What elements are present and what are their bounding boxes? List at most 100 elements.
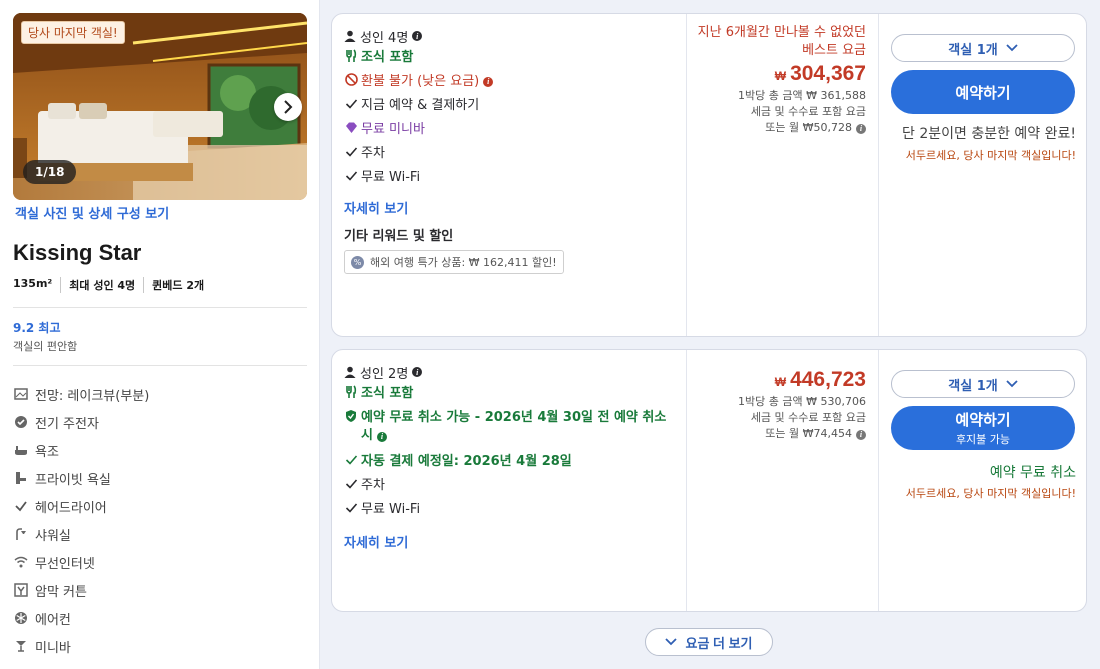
blackout-icon (13, 582, 29, 598)
promo-badge: % 해외 여행 특가 상품: ₩ 162,411 할인! (344, 250, 564, 274)
quick-booking-note: 단 2분이면 충분한 예약 완료! (902, 126, 1076, 142)
book-button[interactable]: 예약하기 후지불 가능 (891, 406, 1075, 450)
price-column: ₩446,723 1박당 총 금액 ₩ 530,706 세금 및 수수료 포함 … (686, 350, 878, 611)
amenity-item: 샤워실 (13, 520, 307, 548)
booking-column: 객실 1개 예약하기 후지불 가능 예약 무료 취소 서두르세요, 당사 마지막… (878, 350, 1088, 611)
person-icon (344, 366, 356, 378)
monthly-price: 또는 월 ₩74,454 i (697, 426, 866, 442)
per-night-total: 1박당 총 금액 ₩ 530,706 (738, 395, 866, 408)
room-quantity-select[interactable]: 객실 1개 (891, 370, 1075, 398)
tax-note: 세금 및 수수료 포함 요금 (750, 105, 866, 118)
offer-features: 성인 2명 i 조식 포함 예약 무료 취소 가능 - 2026년 4월 30일… (332, 350, 686, 611)
fork-icon (344, 385, 358, 399)
check-icon (344, 169, 358, 182)
bed-type: 퀸베드 2개 (143, 277, 212, 293)
price: ₩446,723 (774, 368, 866, 391)
room-quantity-select[interactable]: 객실 1개 (891, 34, 1075, 62)
feature-minibar: 무료 미니바 (344, 118, 674, 142)
feature-parking: 주차 (344, 142, 674, 166)
chevron-right-icon (284, 100, 293, 114)
feature-wifi: 무료 Wi-Fi (344, 166, 674, 190)
info-icon[interactable]: i (856, 430, 866, 440)
feature-pay-now: 지금 예약 & 결제하기 (344, 94, 674, 118)
chevron-down-icon (1006, 44, 1018, 52)
amenity-item: 욕조 (13, 436, 307, 464)
tax-note: 세금 및 수수료 포함 요금 (750, 411, 866, 424)
monthly-price: 또는 월 ₩50,728 i (697, 120, 866, 136)
check-icon (344, 477, 358, 490)
photo-counter: 1/18 (23, 160, 77, 184)
next-photo-button[interactable] (274, 93, 302, 121)
discount-icon: % (351, 255, 364, 269)
view-icon (13, 386, 29, 402)
amenity-item: 전망: 레이크뷰(부분) (13, 380, 307, 408)
room-name: Kissing Star (13, 240, 142, 265)
booking-column: 객실 1개 예약하기 단 2분이면 충분한 예약 완료! 서두르세요, 당사 마… (878, 14, 1088, 336)
chevron-down-icon (1006, 380, 1018, 388)
info-icon[interactable]: i (412, 367, 423, 377)
cocktail-icon (13, 638, 29, 654)
bathtub-icon (13, 442, 29, 458)
shield-check-icon (344, 409, 358, 423)
check-icon (344, 145, 358, 158)
divider (13, 307, 307, 308)
details-link[interactable]: 자세히 보기 (344, 198, 674, 217)
per-night-total: 1박당 총 금액 ₩ 361,588 (738, 89, 866, 102)
feature-breakfast: 조식 포함 (344, 382, 674, 406)
amenity-item: 에어컨 (13, 604, 307, 632)
check-icon (344, 97, 358, 110)
best-price-note: 지난 6개월간 만나볼 수 없었던 베스트 요금 (697, 25, 866, 58)
feature-parking: 주차 (344, 474, 674, 498)
feature-wifi: 무료 Wi-Fi (344, 498, 674, 522)
feature-free-cancellation: 예약 무료 취소 가능 - 2026년 4월 30일 전 예약 취소 시i (344, 406, 674, 450)
person-icon (344, 30, 356, 42)
room-size: 135m² (13, 277, 53, 290)
private-bath-icon (13, 470, 29, 486)
occupancy: 성인 2명 i (344, 362, 674, 382)
shower-icon (13, 526, 29, 542)
amenity-item: 전기 주전자 (13, 408, 307, 436)
free-cancel-label: 예약 무료 취소 (989, 465, 1076, 481)
price-column: 지난 6개월간 만나볼 수 없었던 베스트 요금 ₩304,367 1박당 총 … (686, 14, 878, 336)
info-icon[interactable]: i (412, 31, 423, 41)
feature-no-refund: 환불 불가 (낮은 요금) i (344, 70, 674, 94)
room-photo[interactable]: 당사 마지막 객실! 1/18 (13, 13, 307, 200)
details-link[interactable]: 자세히 보기 (344, 532, 674, 551)
diamond-icon (344, 121, 358, 134)
info-icon[interactable]: i (376, 432, 387, 442)
wifi-icon (13, 554, 29, 570)
comfort-score[interactable]: 9.2 최고 (13, 319, 61, 336)
more-rates-button[interactable]: 요금 더 보기 (645, 628, 773, 656)
snowflake-icon (13, 610, 29, 626)
room-info-panel: 당사 마지막 객실! 1/18 객실 사진 및 상세 구성 보기 Kissing… (0, 0, 320, 669)
rewards-title: 기타 리워드 및 할인 (344, 229, 454, 244)
amenity-item: 무선인터넷 (13, 548, 307, 576)
rate-offer-card: 성인 4명 i 조식 포함 환불 불가 (낮은 요금) i 지금 예약 & 결제… (331, 13, 1087, 337)
offer-features: 성인 4명 i 조식 포함 환불 불가 (낮은 요금) i 지금 예약 & 결제… (332, 14, 686, 336)
max-occupancy: 최대 성인 4명 (60, 277, 143, 293)
room-photos-link[interactable]: 객실 사진 및 상세 구성 보기 (15, 203, 169, 222)
check-icon (13, 498, 29, 514)
amenity-item: 미니바 (13, 632, 307, 660)
kettle-icon (13, 414, 29, 430)
divider (13, 365, 307, 366)
no-refund-icon (344, 73, 358, 86)
info-icon[interactable]: i (483, 77, 494, 87)
book-button[interactable]: 예약하기 (891, 70, 1075, 114)
rate-offer-card: 성인 2명 i 조식 포함 예약 무료 취소 가능 - 2026년 4월 30일… (331, 349, 1087, 612)
last-room-warning: 서두르세요, 당사 마지막 객실입니다! (905, 487, 1076, 500)
feature-auto-payment: 자동 결제 예정일: 2026년 4월 28일 (344, 450, 674, 474)
occupancy: 성인 4명 i (344, 26, 674, 46)
info-icon[interactable]: i (856, 124, 866, 134)
amenity-list: 전망: 레이크뷰(부분) 전기 주전자 욕조 프라이빗 욕실 헤어드라이어 샤워… (13, 380, 307, 660)
check-icon (344, 453, 358, 466)
chevron-down-icon (665, 638, 678, 646)
comfort-score-label: 객실의 편안함 (13, 340, 78, 353)
fork-icon (344, 49, 358, 63)
feature-breakfast: 조식 포함 (344, 46, 674, 70)
price: ₩304,367 (774, 62, 866, 85)
check-icon (344, 501, 358, 514)
amenity-item: 헤어드라이어 (13, 492, 307, 520)
room-specs: 135m² 최대 성인 4명 퀸베드 2개 (13, 277, 212, 293)
last-room-warning: 서두르세요, 당사 마지막 객실입니다! (905, 149, 1076, 162)
